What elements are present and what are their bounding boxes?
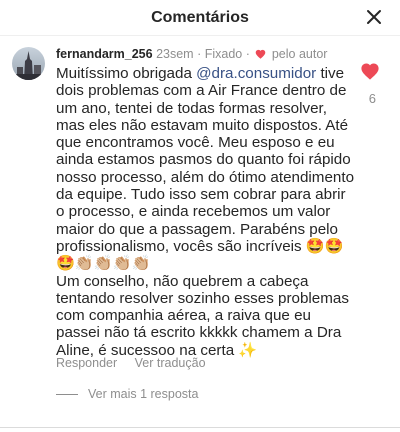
divider [0, 427, 400, 428]
avatar-image [12, 47, 45, 80]
comment-meta: fernandarm_256 23sem · Fixado · pelo aut… [56, 47, 327, 61]
comment-text-end: Um conselho, não quebrem a cabeça tentan… [56, 272, 349, 359]
translate-button[interactable]: Ver tradução [135, 356, 206, 370]
page-title: Comentários [151, 9, 249, 26]
heart-icon [256, 49, 266, 59]
pinned-label: · Fixado · [197, 47, 250, 61]
comments-header: Comentários [0, 0, 400, 36]
like-button[interactable] [360, 62, 380, 80]
comment-text-start: Muitíssimo obrigada [56, 65, 197, 82]
comment-actions: Responder Ver tradução [56, 356, 220, 370]
like-count: 6 [368, 91, 376, 106]
view-replies-button[interactable]: Ver mais 1 resposta [56, 387, 198, 401]
reply-button[interactable]: Responder [56, 356, 117, 370]
comment-time: 23sem [156, 47, 194, 61]
liked-by-author-label: pelo autor [271, 47, 328, 61]
close-button[interactable] [364, 7, 384, 27]
close-icon [367, 10, 381, 24]
replies-divider [56, 393, 78, 395]
view-replies-label: Ver mais 1 resposta [88, 387, 199, 401]
heart-filled-icon [361, 63, 379, 80]
comment-text: Muitíssimo obrigada @dra.consumidor tive… [56, 65, 356, 359]
mention-link[interactable]: @dra.consumidor [196, 65, 316, 82]
username[interactable]: fernandarm_256 [56, 47, 153, 61]
comment-text-middle: tive dois problemas com a Air France den… [56, 65, 355, 273]
avatar[interactable] [12, 47, 45, 80]
